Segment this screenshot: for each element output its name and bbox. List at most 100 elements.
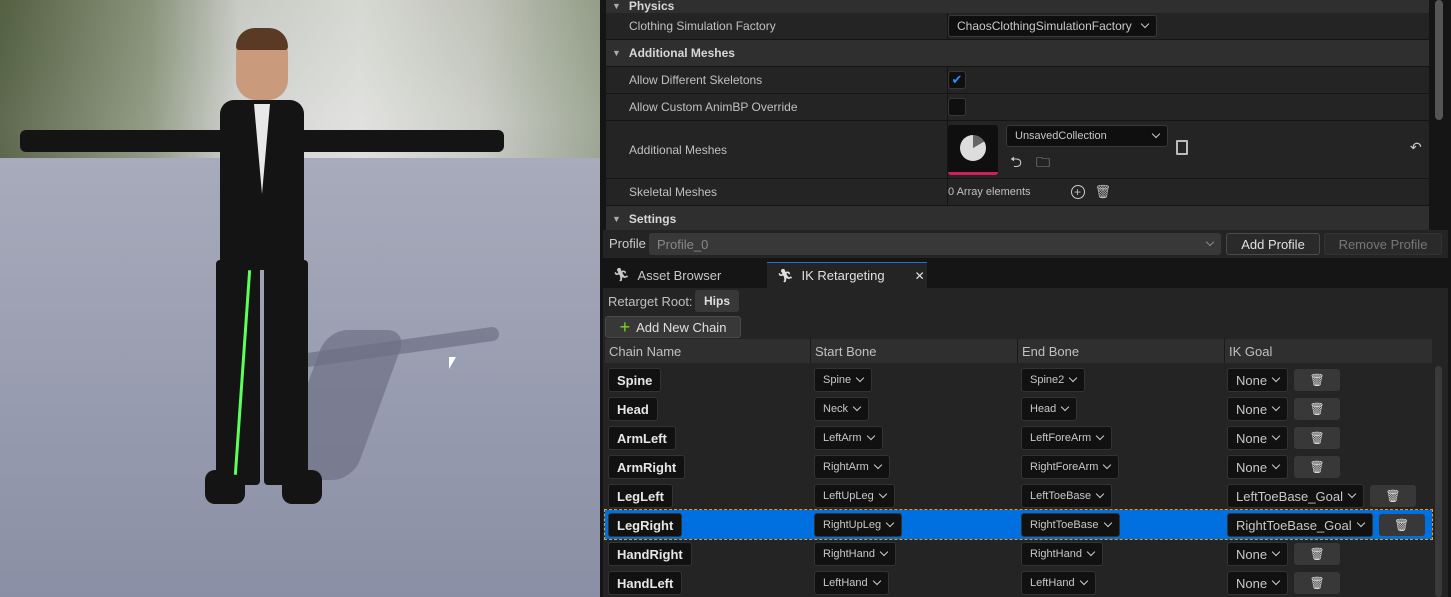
ik-goal-combo[interactable]: None xyxy=(1227,397,1289,421)
chain-name[interactable]: HandRight xyxy=(608,542,692,566)
chain-row[interactable]: HandLeft LeftHand LeftHand None 🗑 xyxy=(605,568,1432,597)
trash-icon[interactable]: 🗑 xyxy=(1095,184,1112,200)
delete-chain-button[interactable]: 🗑 xyxy=(1294,369,1341,391)
chain-name[interactable]: ArmLeft xyxy=(608,426,676,450)
tab-asset-browser[interactable]: 🏃︎ Asset Browser xyxy=(603,262,763,288)
trash-icon: 🗑 xyxy=(1309,402,1325,416)
allow-custom-animbp-checkbox[interactable] xyxy=(948,98,966,116)
end-bone-combo[interactable]: RightForeArm xyxy=(1021,455,1120,479)
column-start-bone[interactable]: Start Bone xyxy=(811,339,1018,363)
chevron-down-icon xyxy=(852,402,862,412)
remove-profile-button[interactable]: Remove Profile xyxy=(1324,233,1442,255)
viewport-3d[interactable] xyxy=(0,0,600,597)
details-scrollbar[interactable] xyxy=(1435,0,1443,120)
chain-row[interactable]: Spine Spine Spine2 None 🗑 xyxy=(605,365,1432,394)
end-bone-combo[interactable]: RightHand xyxy=(1021,542,1103,566)
chevron-down-icon xyxy=(1151,129,1161,139)
delete-chain-button[interactable]: 🗑 xyxy=(1294,543,1341,565)
end-bone-combo[interactable]: Head xyxy=(1021,397,1078,421)
end-bone-combo[interactable]: LeftToeBase xyxy=(1021,484,1113,508)
ik-goal-combo[interactable]: None xyxy=(1227,455,1289,479)
ik-goal-combo[interactable]: LeftToeBase_Goal xyxy=(1227,484,1364,508)
chain-row[interactable]: Head Neck Head None 🗑 xyxy=(605,394,1432,423)
ik-goal-combo[interactable]: None xyxy=(1227,426,1289,450)
delete-chain-button[interactable]: 🗑 xyxy=(1294,456,1341,478)
column-end-bone[interactable]: End Bone xyxy=(1018,339,1225,363)
start-bone-combo[interactable]: RightArm xyxy=(814,455,890,479)
table-scrollbar[interactable] xyxy=(1435,366,1442,597)
clothing-factory-combo[interactable]: ChaosClothingSimulationFactory xyxy=(948,15,1157,37)
chevron-down-icon xyxy=(1271,373,1281,383)
collapse-triangle-icon: ▼ xyxy=(612,48,621,58)
end-bone-combo[interactable]: LeftForeArm xyxy=(1021,426,1113,450)
chevron-down-icon xyxy=(1347,489,1357,499)
column-chain-name[interactable]: Chain Name xyxy=(605,339,811,363)
chevron-down-icon xyxy=(1095,489,1105,499)
chevron-down-icon xyxy=(873,460,883,470)
chain-row[interactable]: LegLeft LeftUpLeg LeftToeBase LeftToeBas… xyxy=(605,481,1432,510)
start-bone-combo[interactable]: LeftUpLeg xyxy=(814,484,895,508)
collection-combo[interactable]: UnsavedCollection xyxy=(1006,125,1168,147)
chevron-down-icon xyxy=(872,576,881,586)
close-icon[interactable]: ✕ xyxy=(915,269,925,283)
delete-chain-button[interactable]: 🗑 xyxy=(1294,427,1341,449)
collapse-triangle-icon: ▼ xyxy=(612,1,621,11)
start-bone-combo[interactable]: Spine xyxy=(814,368,873,392)
chevron-down-icon xyxy=(1103,460,1112,470)
chevron-down-icon xyxy=(855,373,865,383)
delete-chain-button[interactable]: 🗑 xyxy=(1294,572,1341,594)
start-bone-combo[interactable]: RightHand xyxy=(814,542,896,566)
delete-chain-button[interactable]: 🗑 xyxy=(1369,485,1416,507)
add-new-chain-button[interactable]: + Add New Chain xyxy=(605,316,741,338)
browse-folder-icon[interactable]: 🗀 xyxy=(1036,152,1050,176)
chevron-down-icon xyxy=(1140,19,1149,29)
use-selected-icon[interactable]: ⮌ xyxy=(1010,152,1022,177)
row-clothing-factory: Clothing Simulation Factory ChaosClothin… xyxy=(606,13,1429,40)
ik-goal-combo[interactable]: RightToeBase_Goal xyxy=(1227,513,1373,537)
running-figure-icon: 🏃︎ xyxy=(613,267,630,282)
chain-row[interactable]: ArmRight RightArm RightForeArm None 🗑 xyxy=(605,452,1432,481)
tab-ik-retargeting[interactable]: 🏃︎ IK Retargeting ✕ xyxy=(767,262,927,288)
chain-row[interactable]: HandRight RightHand RightHand None 🗑 xyxy=(605,539,1432,568)
trash-icon: 🗑 xyxy=(1309,547,1325,561)
section-physics[interactable]: ▼ Physics xyxy=(606,0,1429,13)
delete-chain-button[interactable]: 🗑 xyxy=(1378,514,1425,536)
profile-bar: Profile Profile_0 xyxy=(603,230,1448,258)
chain-row[interactable]: ArmLeft LeftArm LeftForeArm None 🗑 xyxy=(605,423,1432,452)
chain-name[interactable]: HandLeft xyxy=(608,571,683,595)
chain-name[interactable]: Spine xyxy=(608,368,662,392)
chain-name[interactable]: LegLeft xyxy=(608,484,673,508)
column-ik-goal[interactable]: IK Goal xyxy=(1225,339,1432,363)
chevron-down-icon xyxy=(866,431,875,441)
ik-goal-combo[interactable]: None xyxy=(1227,542,1289,566)
save-icon[interactable] xyxy=(1176,140,1188,155)
chevron-down-icon xyxy=(878,489,888,499)
ik-goal-combo[interactable]: None xyxy=(1227,368,1289,392)
delete-chain-button[interactable]: 🗑 xyxy=(1294,398,1341,420)
chain-name[interactable]: LegRight xyxy=(608,513,683,537)
trash-icon: 🗑 xyxy=(1385,489,1401,503)
reset-icon[interactable]: ↶ xyxy=(1410,139,1422,156)
end-bone-combo[interactable]: LeftHand xyxy=(1021,571,1096,595)
end-bone-combo[interactable]: RightToeBase xyxy=(1021,513,1120,537)
chevron-down-icon xyxy=(885,518,895,528)
allow-different-skeletons-checkbox[interactable]: ✔ xyxy=(948,71,966,89)
start-bone-combo[interactable]: RightUpLeg xyxy=(814,513,903,537)
chevron-down-icon xyxy=(879,547,889,557)
chain-name[interactable]: ArmRight xyxy=(608,455,686,479)
chain-name[interactable]: Head xyxy=(608,397,658,421)
start-bone-combo[interactable]: LeftArm xyxy=(814,426,883,450)
row-allow-different-skeletons: Allow Different Skeletons ✔ xyxy=(606,67,1429,94)
add-profile-button[interactable]: Add Profile xyxy=(1226,233,1320,255)
retarget-root-combo[interactable]: Hips xyxy=(695,290,739,312)
add-element-icon[interactable]: + xyxy=(1070,185,1085,199)
chain-row[interactable]: LegRight RightUpLeg RightToeBase RightTo… xyxy=(604,509,1433,540)
ik-goal-combo[interactable]: None xyxy=(1227,571,1289,595)
collection-thumbnail[interactable] xyxy=(948,124,998,175)
end-bone-combo[interactable]: Spine2 xyxy=(1021,368,1086,392)
profile-combo[interactable]: Profile_0 xyxy=(649,233,1221,255)
section-additional-meshes[interactable]: ▼ Additional Meshes xyxy=(606,40,1429,66)
section-settings[interactable]: ▼ Settings xyxy=(606,206,1429,232)
start-bone-combo[interactable]: LeftHand xyxy=(814,571,889,595)
start-bone-combo[interactable]: Neck xyxy=(814,397,870,421)
